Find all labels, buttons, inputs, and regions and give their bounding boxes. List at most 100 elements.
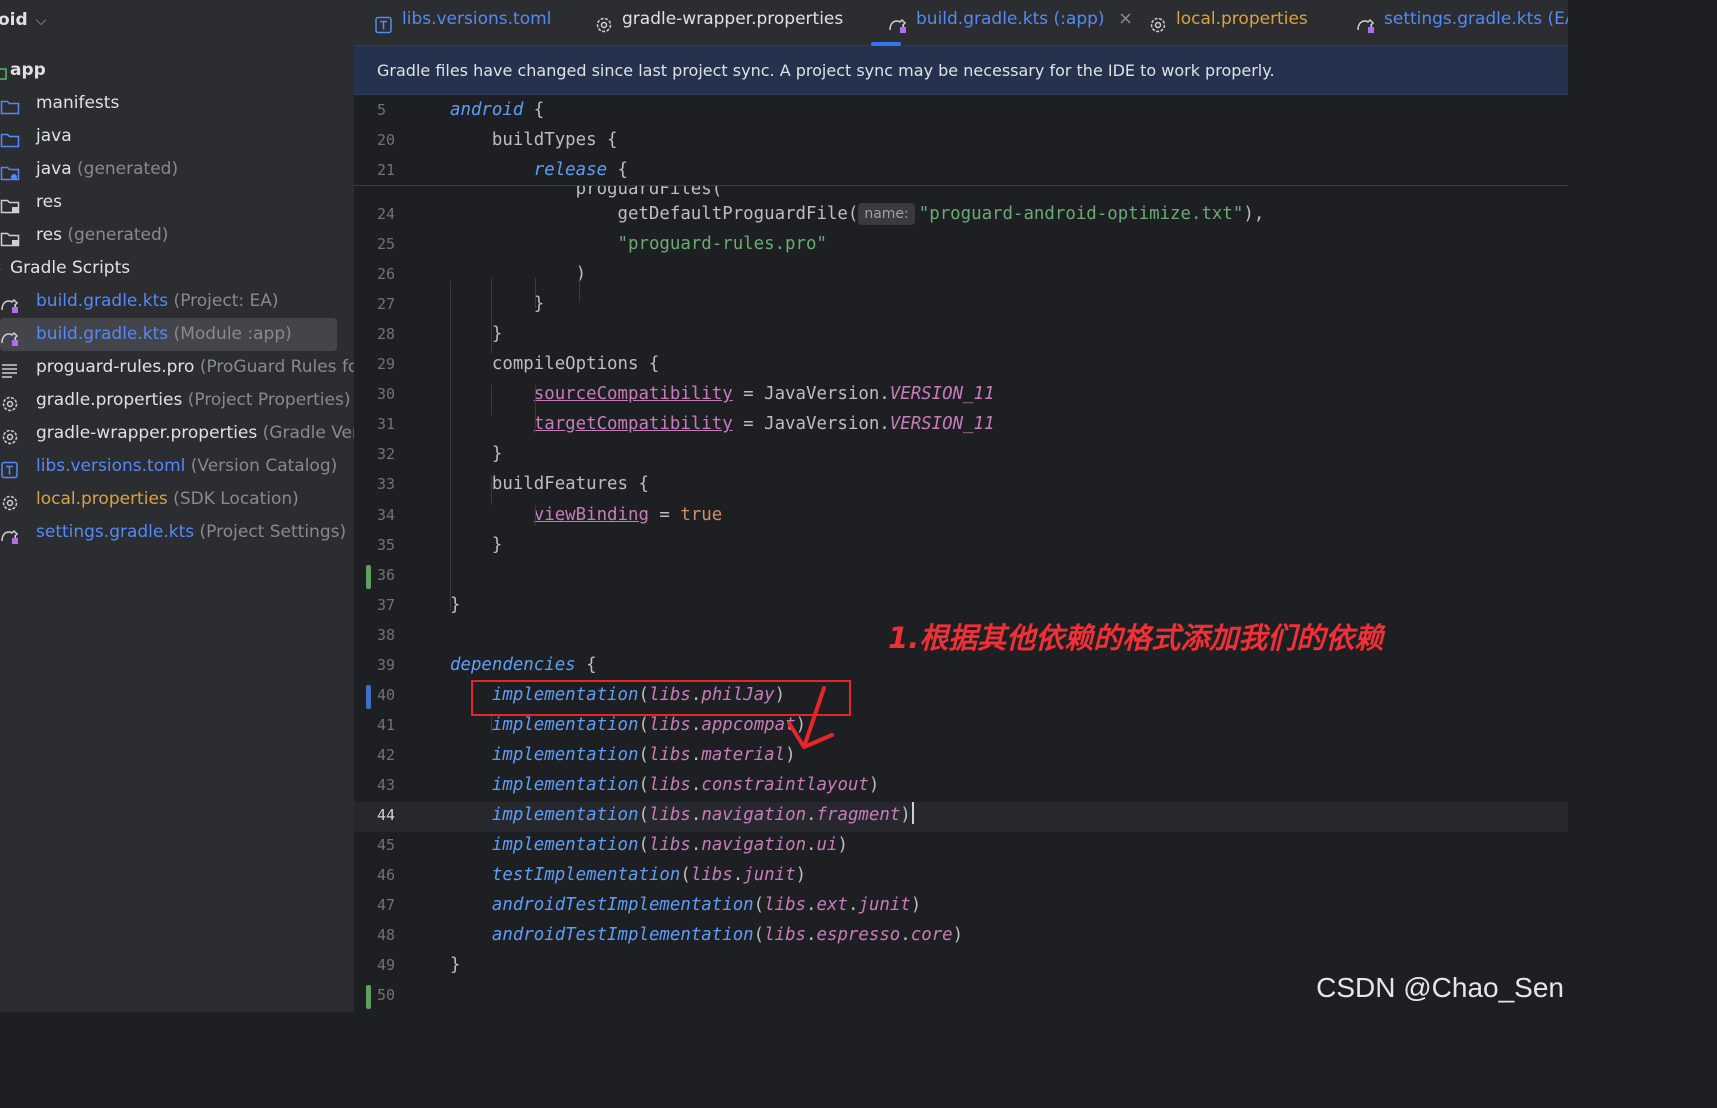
line-number: 35 <box>377 535 396 554</box>
code-token: ) <box>910 895 922 916</box>
code-token: } <box>450 444 503 465</box>
indent-guide <box>491 385 492 415</box>
tree-item-hint: (generated) <box>71 159 179 179</box>
code-line: testImplementation(libs.junit) <box>450 860 806 890</box>
tree-item[interactable]: app <box>0 54 354 87</box>
code-token: ), <box>1243 204 1265 224</box>
project-view-selector[interactable]: oid ⌵ <box>0 6 46 34</box>
tree-item[interactable]: local.properties (SDK Location) <box>0 483 354 516</box>
code-line: } <box>450 590 460 620</box>
sticky-lines-header[interactable]: 5 android {20 buildTypes {21 release { <box>354 95 1568 186</box>
code-token: VERSION_11 <box>889 414 995 435</box>
code-line: dependencies { <box>450 650 597 680</box>
code-token: "proguard-android-optimize.txt" <box>918 204 1244 224</box>
line-number: 25 <box>377 235 396 254</box>
line-number: 36 <box>377 565 396 584</box>
line-number: 28 <box>377 325 396 344</box>
gear-icon <box>0 425 20 445</box>
tree-item[interactable]: build.gradle.kts (Project: EA) <box>0 285 354 318</box>
gear-icon <box>0 392 20 412</box>
code-token: . <box>690 714 702 735</box>
tree-item[interactable]: java <box>0 120 354 153</box>
project-tool-window: oid ⌵ app manifests java java (generated) res… <box>0 0 354 1012</box>
code-line: androidTestImplementation(libs.espresso.… <box>450 920 963 950</box>
line-number: 30 <box>377 385 396 404</box>
code-token: implementation <box>491 744 639 765</box>
indent-guide <box>491 713 492 733</box>
code-token: ( <box>753 895 765 916</box>
code-line: } <box>450 289 544 319</box>
code-line: ) <box>450 259 587 289</box>
code-token: implementation <box>491 835 639 856</box>
tree-item-label: gradle.properties (Project Properties) <box>36 384 350 417</box>
line-number: 32 <box>377 445 396 464</box>
tree-item-label: Gradle Scripts <box>10 252 130 285</box>
code-token: = <box>648 504 681 525</box>
code-token: . <box>847 895 859 916</box>
code-token: getDefaultProguardFile( <box>450 204 859 224</box>
tree-item-label: build.gradle.kts (Module :app) <box>36 318 292 351</box>
close-tab-icon[interactable]: × <box>1118 0 1133 38</box>
vcs-change-marker[interactable] <box>366 565 371 589</box>
tree-item[interactable]: Gradle Scripts <box>0 252 354 285</box>
code-token: implementation <box>491 774 639 795</box>
code-token: libs <box>764 925 807 946</box>
indent-guide <box>450 281 451 611</box>
code-token: ( <box>638 774 649 795</box>
line-number: 50 <box>377 986 396 1005</box>
code-token: ext <box>816 895 848 916</box>
tree-item[interactable]: gradle-wrapper.properties (Gradle Versio <box>0 417 354 450</box>
code-token: VERSION_11 <box>889 384 995 405</box>
code-line: implementation(libs.material) <box>450 740 796 770</box>
code-line: compileOptions { <box>450 349 660 379</box>
code-token: ui <box>816 835 838 856</box>
code-token: implementation <box>491 714 639 735</box>
code-token: release <box>533 160 608 180</box>
vcs-change-marker[interactable] <box>366 985 371 1009</box>
line-number: 40 <box>377 685 396 704</box>
tree-item-name: settings.gradle.kts <box>36 522 195 542</box>
code-token: . <box>806 835 817 856</box>
vcs-change-marker[interactable] <box>366 685 371 709</box>
editor-tab-label: gradle-wrapper.properties <box>622 9 844 29</box>
code-token: ) <box>868 774 880 795</box>
tree-item[interactable]: proguard-rules.pro (ProGuard Rules for ' <box>0 351 354 384</box>
tree-item-label: libs.versions.toml (Version Catalog) <box>36 450 337 483</box>
code-token: ) <box>952 925 964 946</box>
code-token: buildFeatures { <box>450 474 649 495</box>
tree-item-label: java (generated) <box>36 153 178 186</box>
tree-item[interactable]: libs.versions.toml (Version Catalog) <box>0 450 354 483</box>
tree-item[interactable]: manifests <box>0 87 354 120</box>
tree-item-hint: (SDK Location) <box>167 489 299 509</box>
code-line: } <box>450 530 502 560</box>
code-line: sourceCompatibility = JavaVersion.VERSIO… <box>450 379 995 409</box>
line-number: 41 <box>377 715 396 734</box>
tree-item-label: manifests <box>36 87 119 120</box>
code-token: = JavaVersion. <box>732 384 890 405</box>
tree-item[interactable]: res (generated) <box>0 219 354 252</box>
code-line: implementation(libs.navigation.ui) <box>450 830 848 860</box>
tree-item-label: res (generated) <box>36 219 168 252</box>
watermark: CSDN @Chao_Sen <box>1316 972 1564 1003</box>
code-token: . <box>690 805 702 825</box>
tree-item[interactable]: build.gradle.kts (Module :app) <box>0 318 354 351</box>
line-number: 48 <box>377 926 396 945</box>
code-editor[interactable]: proguardFiles(24 getDefaultProguardFile(… <box>354 95 1568 1012</box>
code-token: libs <box>648 835 691 856</box>
line-number: 20 <box>377 131 396 149</box>
code-token: ( <box>680 865 691 886</box>
tree-item-label: gradle-wrapper.properties (Gradle Versio <box>36 417 354 450</box>
code-token: navigation <box>701 805 807 825</box>
tree-item[interactable]: settings.gradle.kts (Project Settings) <box>0 516 354 549</box>
code-token: ) <box>450 264 587 285</box>
tree-item-name: gradle-wrapper.properties <box>36 423 258 443</box>
code-token: ( <box>638 714 649 735</box>
tree-item[interactable]: res <box>0 186 354 219</box>
tree-item[interactable]: gradle.properties (Project Properties) <box>0 384 354 417</box>
tree-item[interactable]: java (generated) <box>0 153 354 186</box>
